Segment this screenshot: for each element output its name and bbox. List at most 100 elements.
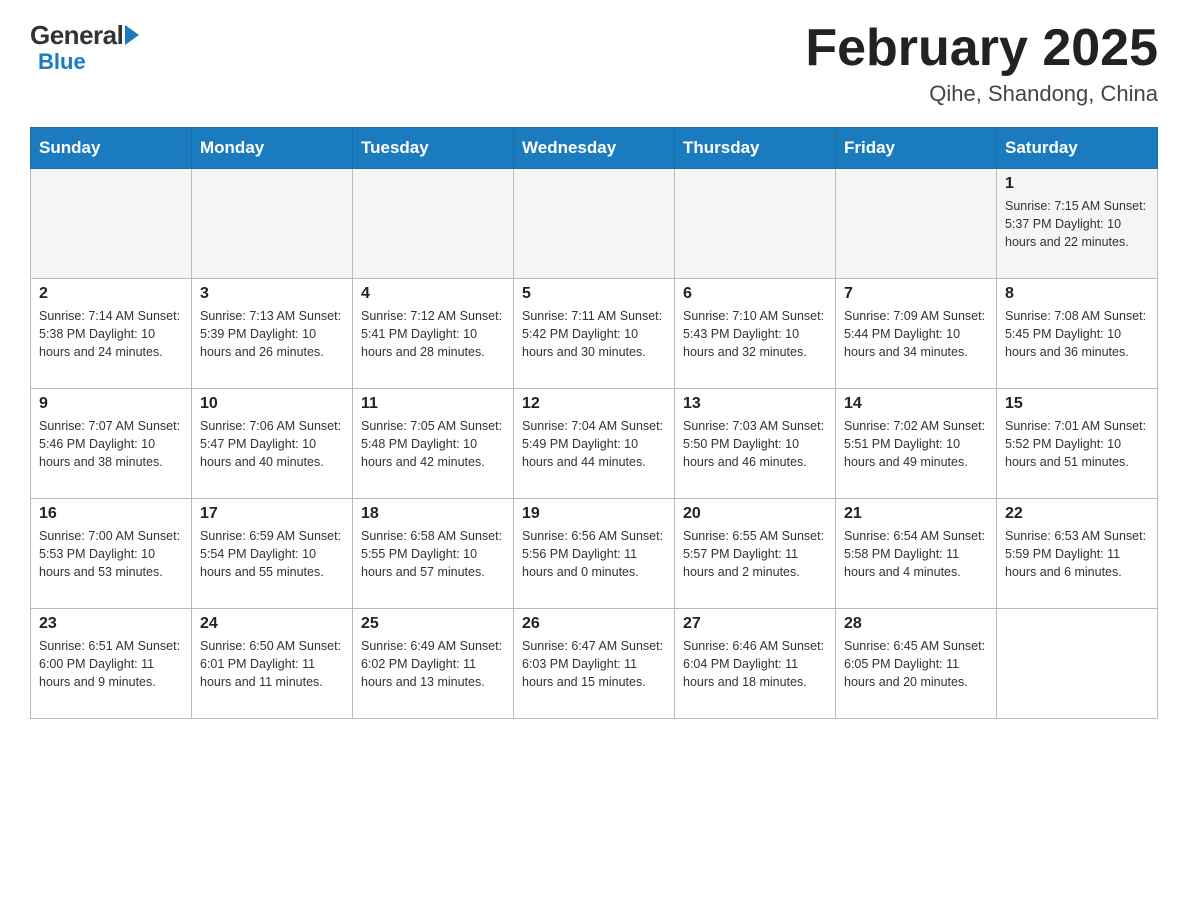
title-block: February 2025 Qihe, Shandong, China: [805, 20, 1158, 107]
calendar-cell: 6 Sunrise: 7:10 AM Sunset: 5:43 PM Daylig…: [675, 279, 836, 389]
calendar-week-row: 9 Sunrise: 7:07 AM Sunset: 5:46 PM Daylig…: [31, 389, 1158, 499]
calendar-header-monday: Monday: [192, 128, 353, 169]
day-number: 19: [522, 505, 666, 523]
calendar-cell: 5 Sunrise: 7:11 AM Sunset: 5:42 PM Daylig…: [514, 279, 675, 389]
calendar-header-friday: Friday: [836, 128, 997, 169]
day-info: Sunrise: 7:03 AM Sunset: 5:50 PM Dayligh…: [683, 417, 827, 471]
calendar-header-thursday: Thursday: [675, 128, 836, 169]
day-number: 18: [361, 505, 505, 523]
day-number: 25: [361, 615, 505, 633]
day-info: Sunrise: 7:01 AM Sunset: 5:52 PM Dayligh…: [1005, 417, 1149, 471]
day-info: Sunrise: 6:46 AM Sunset: 6:04 PM Dayligh…: [683, 637, 827, 691]
calendar-cell: 23 Sunrise: 6:51 AM Sunset: 6:00 PM Dayli…: [31, 609, 192, 719]
calendar-cell: 27 Sunrise: 6:46 AM Sunset: 6:04 PM Dayli…: [675, 609, 836, 719]
day-number: 10: [200, 395, 344, 413]
day-number: 20: [683, 505, 827, 523]
day-info: Sunrise: 7:00 AM Sunset: 5:53 PM Dayligh…: [39, 527, 183, 581]
day-info: Sunrise: 6:54 AM Sunset: 5:58 PM Dayligh…: [844, 527, 988, 581]
day-info: Sunrise: 7:10 AM Sunset: 5:43 PM Dayligh…: [683, 307, 827, 361]
day-number: 15: [1005, 395, 1149, 413]
calendar-cell: 2 Sunrise: 7:14 AM Sunset: 5:38 PM Daylig…: [31, 279, 192, 389]
day-number: 26: [522, 615, 666, 633]
day-number: 5: [522, 285, 666, 303]
calendar-table: SundayMondayTuesdayWednesdayThursdayFrid…: [30, 127, 1158, 719]
calendar-cell: 13Sunrise: 7:03 AM Sunset: 5:50 PM Dayli…: [675, 389, 836, 499]
day-info: Sunrise: 7:04 AM Sunset: 5:49 PM Dayligh…: [522, 417, 666, 471]
day-number: 7: [844, 285, 988, 303]
calendar-cell: 20Sunrise: 6:55 AM Sunset: 5:57 PM Dayli…: [675, 499, 836, 609]
month-title: February 2025: [805, 20, 1158, 77]
calendar-cell: 10Sunrise: 7:06 AM Sunset: 5:47 PM Dayli…: [192, 389, 353, 499]
calendar-header-saturday: Saturday: [997, 128, 1158, 169]
calendar-cell: 11 Sunrise: 7:05 AM Sunset: 5:48 PM Dayli…: [353, 389, 514, 499]
calendar-week-row: 23 Sunrise: 6:51 AM Sunset: 6:00 PM Dayli…: [31, 609, 1158, 719]
day-info: Sunrise: 6:56 AM Sunset: 5:56 PM Dayligh…: [522, 527, 666, 581]
logo-arrow-icon: [125, 25, 139, 45]
calendar-week-row: 1 Sunrise: 7:15 AM Sunset: 5:37 PM Daylig…: [31, 169, 1158, 279]
calendar-header-sunday: Sunday: [31, 128, 192, 169]
day-info: Sunrise: 6:58 AM Sunset: 5:55 PM Dayligh…: [361, 527, 505, 581]
calendar-cell: 18 Sunrise: 6:58 AM Sunset: 5:55 PM Dayli…: [353, 499, 514, 609]
calendar-cell: 17 Sunrise: 6:59 AM Sunset: 5:54 PM Dayli…: [192, 499, 353, 609]
location-title: Qihe, Shandong, China: [805, 81, 1158, 107]
calendar-week-row: 16Sunrise: 7:00 AM Sunset: 5:53 PM Dayli…: [31, 499, 1158, 609]
day-info: Sunrise: 6:53 AM Sunset: 5:59 PM Dayligh…: [1005, 527, 1149, 581]
day-info: Sunrise: 7:14 AM Sunset: 5:38 PM Dayligh…: [39, 307, 183, 361]
calendar-cell: 14Sunrise: 7:02 AM Sunset: 5:51 PM Dayli…: [836, 389, 997, 499]
calendar-cell: 22 Sunrise: 6:53 AM Sunset: 5:59 PM Dayli…: [997, 499, 1158, 609]
calendar-cell: 4Sunrise: 7:12 AM Sunset: 5:41 PM Daylig…: [353, 279, 514, 389]
day-info: Sunrise: 7:05 AM Sunset: 5:48 PM Dayligh…: [361, 417, 505, 471]
day-info: Sunrise: 6:45 AM Sunset: 6:05 PM Dayligh…: [844, 637, 988, 691]
day-number: 3: [200, 285, 344, 303]
day-info: Sunrise: 7:09 AM Sunset: 5:44 PM Dayligh…: [844, 307, 988, 361]
calendar-cell: 19 Sunrise: 6:56 AM Sunset: 5:56 PM Dayli…: [514, 499, 675, 609]
day-number: 24: [200, 615, 344, 633]
calendar-header-wednesday: Wednesday: [514, 128, 675, 169]
day-number: 2: [39, 285, 183, 303]
day-info: Sunrise: 7:13 AM Sunset: 5:39 PM Dayligh…: [200, 307, 344, 361]
calendar-cell: 1 Sunrise: 7:15 AM Sunset: 5:37 PM Daylig…: [997, 169, 1158, 279]
day-number: 27: [683, 615, 827, 633]
day-info: Sunrise: 7:08 AM Sunset: 5:45 PM Dayligh…: [1005, 307, 1149, 361]
calendar-cell: [192, 169, 353, 279]
day-number: 1: [1005, 175, 1149, 193]
day-number: 11: [361, 395, 505, 413]
calendar-cell: [675, 169, 836, 279]
day-number: 23: [39, 615, 183, 633]
calendar-cell: 28 Sunrise: 6:45 AM Sunset: 6:05 PM Dayli…: [836, 609, 997, 719]
calendar-cell: 9 Sunrise: 7:07 AM Sunset: 5:46 PM Daylig…: [31, 389, 192, 499]
calendar-cell: 24Sunrise: 6:50 AM Sunset: 6:01 PM Dayli…: [192, 609, 353, 719]
day-number: 8: [1005, 285, 1149, 303]
calendar-week-row: 2 Sunrise: 7:14 AM Sunset: 5:38 PM Daylig…: [31, 279, 1158, 389]
day-number: 17: [200, 505, 344, 523]
day-info: Sunrise: 7:15 AM Sunset: 5:37 PM Dayligh…: [1005, 197, 1149, 251]
day-info: Sunrise: 7:07 AM Sunset: 5:46 PM Dayligh…: [39, 417, 183, 471]
page-header: General Blue February 2025 Qihe, Shandon…: [30, 20, 1158, 107]
day-number: 6: [683, 285, 827, 303]
day-info: Sunrise: 6:49 AM Sunset: 6:02 PM Dayligh…: [361, 637, 505, 691]
calendar-cell: 3 Sunrise: 7:13 AM Sunset: 5:39 PM Daylig…: [192, 279, 353, 389]
day-info: Sunrise: 6:51 AM Sunset: 6:00 PM Dayligh…: [39, 637, 183, 691]
day-number: 22: [1005, 505, 1149, 523]
logo-general-text: General: [30, 20, 123, 51]
day-number: 12: [522, 395, 666, 413]
calendar-cell: 7 Sunrise: 7:09 AM Sunset: 5:44 PM Daylig…: [836, 279, 997, 389]
day-info: Sunrise: 7:12 AM Sunset: 5:41 PM Dayligh…: [361, 307, 505, 361]
day-number: 21: [844, 505, 988, 523]
calendar-cell: 26 Sunrise: 6:47 AM Sunset: 6:03 PM Dayli…: [514, 609, 675, 719]
day-info: Sunrise: 7:11 AM Sunset: 5:42 PM Dayligh…: [522, 307, 666, 361]
day-number: 28: [844, 615, 988, 633]
logo: General Blue: [30, 20, 139, 75]
calendar-header-tuesday: Tuesday: [353, 128, 514, 169]
day-info: Sunrise: 6:59 AM Sunset: 5:54 PM Dayligh…: [200, 527, 344, 581]
calendar-cell: 21 Sunrise: 6:54 AM Sunset: 5:58 PM Dayli…: [836, 499, 997, 609]
calendar-cell: [514, 169, 675, 279]
calendar-cell: 15 Sunrise: 7:01 AM Sunset: 5:52 PM Dayli…: [997, 389, 1158, 499]
calendar-cell: 12 Sunrise: 7:04 AM Sunset: 5:49 PM Dayli…: [514, 389, 675, 499]
day-info: Sunrise: 7:02 AM Sunset: 5:51 PM Dayligh…: [844, 417, 988, 471]
calendar-cell: 8 Sunrise: 7:08 AM Sunset: 5:45 PM Daylig…: [997, 279, 1158, 389]
day-info: Sunrise: 6:47 AM Sunset: 6:03 PM Dayligh…: [522, 637, 666, 691]
logo-blue-text: Blue: [38, 49, 86, 75]
day-number: 9: [39, 395, 183, 413]
calendar-cell: [997, 609, 1158, 719]
